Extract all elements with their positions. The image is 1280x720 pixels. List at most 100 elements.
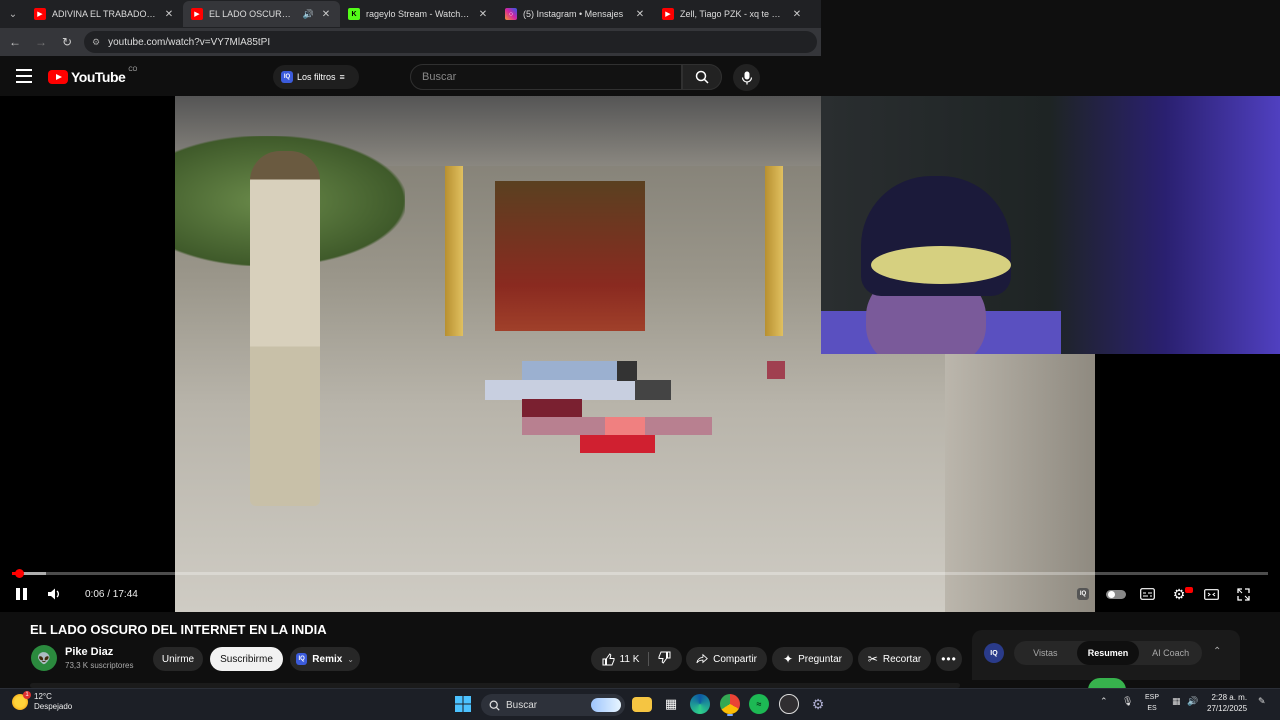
tab-title: rageylo Stream - Watch Live on Kick bbox=[366, 9, 471, 19]
microsoft-store-icon[interactable]: ▦ bbox=[661, 694, 681, 714]
subtitles-button[interactable] bbox=[1138, 586, 1156, 602]
streamer-webcam-overlay bbox=[821, 96, 1280, 354]
channel-name[interactable]: Pike Diaz bbox=[65, 646, 113, 658]
site-settings-icon[interactable]: ⚙ bbox=[92, 37, 100, 48]
share-label: Compartir bbox=[713, 653, 757, 665]
scissors-icon: ✂ bbox=[867, 652, 878, 666]
tab-resumen[interactable]: Resumen bbox=[1076, 641, 1140, 665]
browser-tab-1[interactable]: ▶ ADIVINA EL TRABADO... - YouTube ✕ bbox=[26, 1, 183, 27]
microphone-tray-icon[interactable]: 🎙 bbox=[1122, 696, 1133, 707]
microphone-icon bbox=[741, 71, 752, 84]
tab-audio-icon[interactable]: 🔊 bbox=[303, 9, 314, 20]
chevron-up-icon[interactable]: ⌃ bbox=[1213, 646, 1221, 657]
temperature: 12°C bbox=[34, 692, 52, 701]
windows-start-button[interactable] bbox=[453, 694, 473, 714]
taskbar-search[interactable]: Buscar bbox=[481, 694, 625, 716]
share-arrow-icon bbox=[696, 653, 708, 664]
theater-mode-button[interactable] bbox=[1202, 586, 1220, 602]
weather-widget[interactable]: 1 12°C Despejado bbox=[12, 691, 72, 712]
tab-close-icon[interactable]: ✕ bbox=[477, 9, 489, 20]
file-explorer-icon[interactable] bbox=[632, 697, 652, 712]
system-clock[interactable]: 2:28 a. m. 27/12/2025 bbox=[1207, 692, 1247, 714]
side-panel-tabs: Vistas Resumen AI Coach bbox=[1014, 641, 1202, 665]
tab-ai-coach[interactable]: AI Coach bbox=[1139, 641, 1202, 665]
censor-block bbox=[522, 361, 617, 381]
like-dislike-group: 11 K bbox=[591, 647, 682, 671]
filters-label: Los filtros bbox=[297, 72, 336, 82]
censor-block bbox=[617, 361, 637, 381]
tab-search-chevron-icon[interactable]: ⌄ bbox=[0, 0, 26, 28]
tab-close-icon[interactable]: ✕ bbox=[634, 9, 646, 20]
filters-button[interactable]: IQ Los filtros ≡ bbox=[273, 65, 359, 89]
video-scene-pillar bbox=[445, 166, 463, 336]
settings-gear-icon[interactable]: ⚙ bbox=[808, 694, 828, 714]
volume-button[interactable] bbox=[46, 584, 64, 604]
tab-close-icon[interactable]: ✕ bbox=[163, 9, 175, 20]
tab-title: ADIVINA EL TRABADO... - YouTube bbox=[52, 9, 157, 19]
edge-browser-icon[interactable] bbox=[690, 694, 710, 714]
share-button[interactable]: Compartir bbox=[686, 647, 767, 671]
browser-tab-5[interactable]: ▶ Zell, Tiago PZK - xq te enamoraste ✕ bbox=[654, 1, 811, 27]
time-display: 0:06 / 17:44 bbox=[85, 588, 138, 600]
remix-button[interactable]: IQ Remix ⌄ bbox=[290, 647, 360, 671]
tab-close-icon[interactable]: ✕ bbox=[320, 9, 332, 20]
show-hidden-icons-chevron-icon[interactable]: ⌃ bbox=[1100, 696, 1108, 707]
tab-close-icon[interactable]: ✕ bbox=[791, 9, 803, 20]
obs-icon[interactable] bbox=[779, 694, 799, 714]
iq-extension-button[interactable]: IQ bbox=[1074, 586, 1092, 602]
voice-search-button[interactable] bbox=[733, 64, 760, 91]
video-title: EL LADO OSCURO DEL INTERNET EN LA INDIA bbox=[30, 622, 327, 637]
remix-label: Remix bbox=[312, 653, 343, 665]
input-language[interactable]: ESP ES bbox=[1145, 692, 1159, 714]
browser-tab-2[interactable]: ▶ EL LADO OSCURO DEL INTERNET 🔊 ✕ bbox=[183, 1, 340, 27]
browser-tab-4[interactable]: ○ (5) Instagram • Mensajes ✕ bbox=[497, 1, 654, 27]
chevron-down-icon: ⌄ bbox=[347, 654, 354, 664]
tab-title: Zell, Tiago PZK - xq te enamoraste bbox=[680, 9, 785, 19]
join-button[interactable]: Unirme bbox=[153, 647, 203, 671]
like-count: 11 K bbox=[619, 653, 640, 665]
fullscreen-icon bbox=[1236, 587, 1250, 601]
tab-vistas[interactable]: Vistas bbox=[1014, 641, 1077, 665]
country-code: CO bbox=[128, 67, 138, 73]
pause-button[interactable] bbox=[12, 584, 30, 604]
channel-avatar[interactable]: 👽 bbox=[31, 645, 57, 671]
more-actions-button[interactable]: ••• bbox=[936, 647, 962, 671]
reload-icon[interactable]: ↻ bbox=[58, 33, 76, 51]
network-icon[interactable]: ▦ bbox=[1172, 696, 1181, 707]
like-button[interactable]: 11 K bbox=[602, 652, 640, 666]
search-input[interactable] bbox=[422, 71, 681, 83]
autoplay-toggle[interactable] bbox=[1105, 586, 1127, 602]
scrubber-handle[interactable] bbox=[14, 569, 24, 578]
back-arrow-icon[interactable]: ← bbox=[6, 33, 24, 51]
address-bar[interactable]: ⚙ youtube.com/watch?v=VY7MlA85tPI bbox=[84, 31, 817, 53]
menu-icon[interactable] bbox=[16, 69, 32, 83]
chrome-browser-icon[interactable] bbox=[720, 694, 740, 714]
clip-button[interactable]: ✂ Recortar bbox=[858, 647, 931, 671]
alien-avatar-icon: 👽 bbox=[37, 652, 51, 665]
sun-weather-icon: 1 bbox=[12, 691, 31, 710]
progress-bar[interactable] bbox=[12, 572, 1268, 575]
dislike-button[interactable] bbox=[658, 651, 671, 667]
ask-button[interactable]: ✦ Preguntar bbox=[772, 647, 853, 671]
subscribe-button[interactable]: Suscribirme bbox=[210, 647, 283, 671]
iq-panel-icon[interactable]: IQ bbox=[984, 643, 1004, 663]
clock-date: 27/12/2025 bbox=[1207, 704, 1248, 713]
hd-badge bbox=[1185, 587, 1193, 593]
forward-arrow-icon[interactable]: → bbox=[32, 33, 50, 51]
browser-tab-3[interactable]: K rageylo Stream - Watch Live on Kick ✕ bbox=[340, 1, 497, 27]
fullscreen-button[interactable] bbox=[1234, 586, 1252, 602]
language-primary: ESP bbox=[1145, 694, 1160, 701]
video-scene-kiosk bbox=[495, 181, 645, 331]
censor-block bbox=[605, 417, 645, 435]
spotify-icon[interactable]: ≈ bbox=[749, 694, 769, 714]
url-text: youtube.com/watch?v=VY7MlA85tPI bbox=[108, 36, 271, 48]
notifications-icon[interactable]: ✎ bbox=[1258, 696, 1266, 707]
search-button[interactable] bbox=[682, 64, 722, 90]
youtube-logo[interactable]: YouTube CO bbox=[48, 67, 138, 85]
iq-icon: IQ bbox=[1077, 588, 1089, 600]
video-player[interactable] bbox=[0, 96, 1280, 612]
gear-icon: ⚙ bbox=[1172, 585, 1186, 602]
iq-remix-icon: IQ bbox=[296, 653, 308, 665]
kick-favicon-icon: K bbox=[348, 8, 360, 20]
speaker-icon[interactable]: 🔊 bbox=[1187, 696, 1198, 707]
